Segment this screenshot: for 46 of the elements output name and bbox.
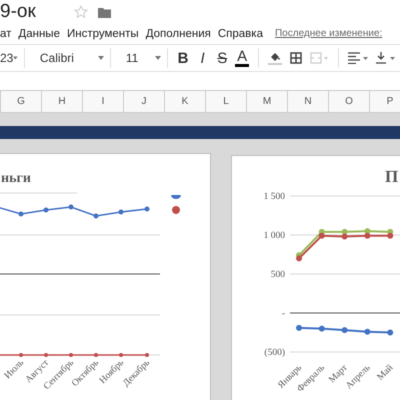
axis-label: 500 — [270, 270, 285, 280]
point — [296, 255, 302, 262]
folder-icon[interactable] — [98, 6, 111, 18]
point — [364, 328, 370, 335]
caret-icon — [13, 56, 18, 60]
axis-label: 1 500 — [264, 192, 285, 202]
font-dropdown[interactable]: Calibri — [40, 47, 104, 69]
point — [342, 234, 348, 240]
point — [387, 330, 394, 336]
point — [387, 232, 394, 239]
font-size-dropdown[interactable]: 11 — [126, 47, 162, 69]
column-header[interactable]: M — [247, 91, 288, 112]
axis-label: - — [282, 309, 285, 319]
point — [318, 232, 325, 239]
point — [342, 327, 348, 334]
strike-button[interactable]: S — [212, 47, 232, 69]
point — [296, 324, 302, 331]
menu-item[interactable]: Инструменты — [66, 28, 139, 40]
column-header[interactable]: G — [1, 91, 42, 112]
bold-button[interactable]: B — [173, 47, 193, 69]
number-format-dropdown[interactable]: 23 — [0, 47, 18, 69]
axis-label: 1 000 — [264, 231, 285, 241]
last-edit-link[interactable]: Последнее изменение: — [274, 28, 382, 39]
column-header[interactable]: P — [370, 91, 400, 112]
point — [318, 326, 325, 332]
caret-icon — [155, 56, 162, 60]
menu-item[interactable]: Данные — [18, 28, 60, 40]
column-header[interactable]: L — [206, 91, 247, 112]
column-header[interactable]: J — [124, 91, 165, 112]
chart-title: ньги — [1, 171, 31, 186]
column-header[interactable]: H — [42, 91, 83, 112]
document-title[interactable]: 9-ок — [0, 1, 36, 23]
column-header[interactable]: K — [165, 91, 206, 112]
chart-title: П — [385, 167, 398, 186]
point — [364, 232, 370, 239]
caret-icon — [98, 56, 104, 60]
menu-item[interactable]: Дополнения — [146, 28, 211, 40]
column-header[interactable]: N — [288, 91, 329, 112]
column-header[interactable]: O — [329, 91, 370, 112]
color-button[interactable]: A — [234, 49, 250, 67]
menu-item[interactable]: ат — [0, 28, 12, 40]
column-header[interactable]: I — [83, 91, 124, 112]
axis-label: (500) — [264, 348, 285, 358]
italic-button[interactable]: I — [192, 47, 212, 69]
star-icon[interactable] — [74, 5, 88, 19]
menu-item[interactable]: Справка — [218, 28, 263, 40]
